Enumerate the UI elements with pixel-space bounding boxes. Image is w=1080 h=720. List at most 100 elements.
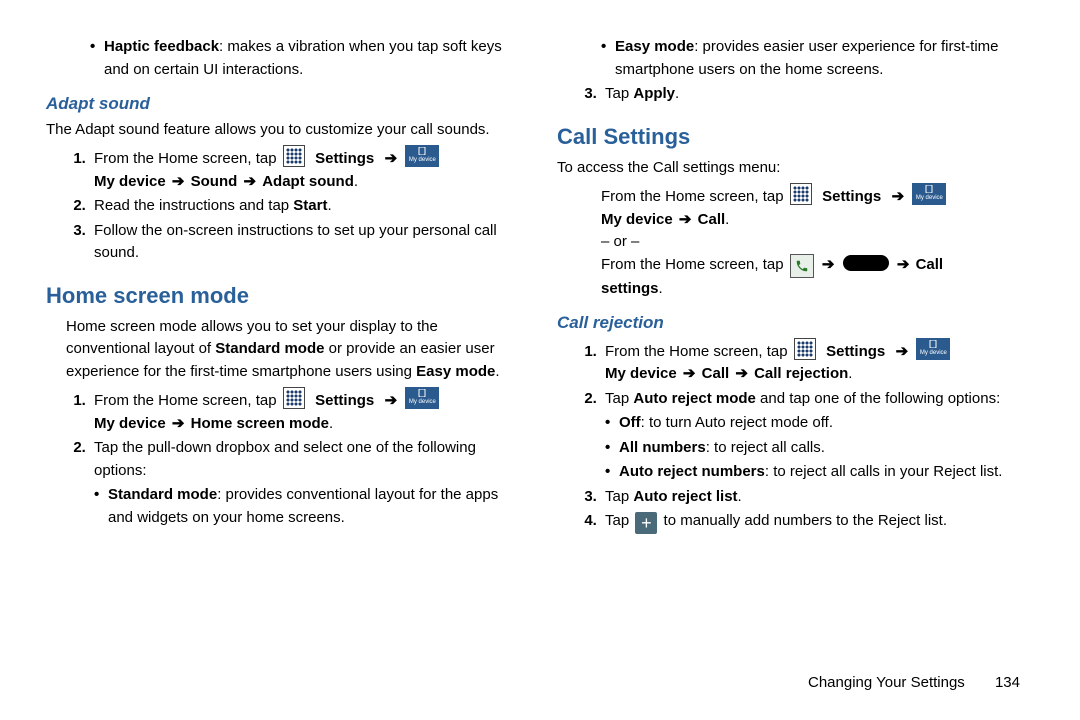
arrow-icon: ➔ <box>681 365 698 382</box>
auto-reject-numbers-text: : to reject all calls in your Reject lis… <box>765 463 1003 480</box>
call-intro: To access the Call settings menu: <box>557 157 1034 180</box>
arrow-icon: ➔ <box>894 343 911 360</box>
standard-mode-item: Standard mode: provides conventional lay… <box>94 484 523 529</box>
menu-key-icon <box>843 255 889 271</box>
rej-step1-a: From the Home screen, tap <box>605 343 792 360</box>
off-text: : to turn Auto reject mode off. <box>641 414 833 431</box>
rej-step-4: Tap + to manually add numbers to the Rej… <box>601 510 1034 534</box>
apps-icon <box>283 145 305 167</box>
arrow-icon: ➔ <box>890 188 907 205</box>
home-step-2: Tap the pull-down dropbox and select one… <box>90 437 523 529</box>
easy-mode-item: Easy mode: provides easier user experien… <box>601 36 1034 81</box>
home-screen-mode-path: Home screen mode <box>191 415 329 432</box>
apps-icon <box>283 387 305 409</box>
start-label: Start <box>293 197 327 214</box>
phone-icon <box>790 254 814 278</box>
mydevice-label: My device <box>94 415 166 432</box>
sound-label: Sound <box>191 173 238 190</box>
arrow-icon: ➔ <box>383 392 400 409</box>
home-intro: Home screen mode allows you to set your … <box>46 316 523 384</box>
adapt-step2-a: Read the instructions and tap <box>94 197 293 214</box>
rej-step3-a: Tap <box>605 488 633 505</box>
home-step-1: From the Home screen, tap Settings ➔ My … <box>90 387 523 435</box>
footer-page: 134 <box>995 674 1020 691</box>
page-footer: Changing Your Settings 134 <box>808 672 1020 695</box>
mydevice-icon: My device <box>912 183 946 205</box>
adapt-step-1: From the Home screen, tap Settings ➔ My … <box>90 145 523 193</box>
settings-label: Settings <box>315 392 374 409</box>
call-access-line1: From the Home screen, tap Settings ➔ My … <box>601 183 1034 231</box>
or-divider: – or – <box>601 231 1034 254</box>
left-column: Haptic feedback: makes a vibration when … <box>46 34 523 674</box>
call-line2-a: From the Home screen, tap <box>601 256 788 273</box>
adapt-sound-intro: The Adapt sound feature allows you to cu… <box>46 119 523 142</box>
home-step-3: Tap Apply. <box>601 83 1034 106</box>
all-numbers-label: All numbers <box>619 439 706 456</box>
easy-mode-list: Easy mode: provides easier user experien… <box>557 36 1034 81</box>
rej-arn: Auto reject numbers: to reject all calls… <box>605 461 1034 484</box>
rej-step2-c: and tap one of the following options: <box>756 390 1000 407</box>
call-rejection-heading: Call rejection <box>557 310 1034 336</box>
arrow-icon: ➔ <box>895 256 912 273</box>
adapt-steps: From the Home screen, tap Settings ➔ My … <box>46 145 523 265</box>
arrow-icon: ➔ <box>383 150 400 167</box>
standard-mode-label: Standard mode <box>215 340 324 357</box>
apply-label: Apply <box>633 85 675 102</box>
call-line1-a: From the Home screen, tap <box>601 188 788 205</box>
settings-label: Settings <box>315 150 374 167</box>
mydevice-icon: My device <box>916 338 950 360</box>
auto-reject-numbers-label: Auto reject numbers <box>619 463 765 480</box>
arrow-icon: ➔ <box>170 173 187 190</box>
arrow-icon: ➔ <box>241 173 258 190</box>
rej-step2-a: Tap <box>605 390 633 407</box>
all-numbers-text: : to reject all calls. <box>706 439 825 456</box>
plus-icon: + <box>635 512 657 534</box>
call-rejection-path: Call rejection <box>754 365 848 382</box>
home-step1-a: From the Home screen, tap <box>94 392 281 409</box>
rej-off: Off: to turn Auto reject mode off. <box>605 412 1034 435</box>
home-steps: From the Home screen, tap Settings ➔ My … <box>46 387 523 529</box>
mydevice-label: My device <box>605 365 677 382</box>
rej-options: Off: to turn Auto reject mode off. All n… <box>605 412 1034 484</box>
settings-label: Settings <box>826 343 885 360</box>
adapt-sound-path: Adapt sound <box>262 173 354 190</box>
rejection-steps: From the Home screen, tap Settings ➔ My … <box>557 338 1034 535</box>
mydevice-icon: My device <box>405 387 439 409</box>
haptic-item: Haptic feedback: makes a vibration when … <box>90 36 523 81</box>
call-settings-heading: Call Settings <box>557 120 1034 153</box>
arrow-icon: ➔ <box>820 256 837 273</box>
adapt-step-2: Read the instructions and tap Start. <box>90 195 523 218</box>
rej-step4-a: Tap <box>605 512 633 529</box>
rej-step-3: Tap Auto reject list. <box>601 486 1034 509</box>
easy-mode-label: Easy mode <box>416 363 495 380</box>
call-access-line2: From the Home screen, tap ➔ ➔ Callsettin… <box>601 254 1034 301</box>
rej-step-1: From the Home screen, tap Settings ➔ My … <box>601 338 1034 386</box>
standard-mode-label: Standard mode <box>108 486 217 503</box>
home-options: Standard mode: provides conventional lay… <box>94 484 523 529</box>
haptic-label: Haptic feedback <box>104 38 219 55</box>
arrow-icon: ➔ <box>733 365 750 382</box>
rej-all: All numbers: to reject all calls. <box>605 437 1034 460</box>
home-steps-cont: Tap Apply. <box>557 83 1034 106</box>
rej-step4-b: to manually add numbers to the Reject li… <box>664 512 947 529</box>
easy-mode-label: Easy mode <box>615 38 694 55</box>
off-label: Off <box>619 414 641 431</box>
call-label: Call <box>698 211 726 228</box>
mydevice-icon: My device <box>405 145 439 167</box>
call-access-block: From the Home screen, tap Settings ➔ My … <box>557 183 1034 300</box>
footer-section: Changing Your Settings <box>808 674 965 691</box>
home-screen-mode-heading: Home screen mode <box>46 279 523 312</box>
apps-icon <box>794 338 816 360</box>
adapt-step-3: Follow the on-screen instructions to set… <box>90 220 523 265</box>
call-label: Call <box>702 365 730 382</box>
tap-text: Tap <box>605 85 633 102</box>
mydevice-label: My device <box>601 211 673 228</box>
adapt-sound-heading: Adapt sound <box>46 91 523 117</box>
auto-reject-list-label: Auto reject list <box>633 488 737 505</box>
home-step2-text: Tap the pull-down dropbox and select one… <box>94 439 476 479</box>
auto-reject-mode-label: Auto reject mode <box>633 390 756 407</box>
rej-step-2: Tap Auto reject mode and tap one of the … <box>601 388 1034 484</box>
arrow-icon: ➔ <box>170 415 187 432</box>
apps-icon <box>790 183 812 205</box>
manual-page: Haptic feedback: makes a vibration when … <box>0 0 1080 684</box>
